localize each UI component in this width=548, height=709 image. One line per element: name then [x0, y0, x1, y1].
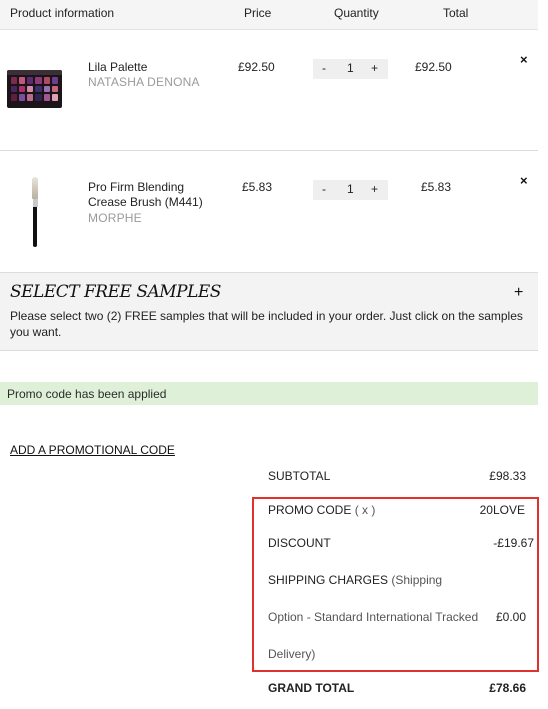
promo-applied-message: Promo code has been applied: [7, 387, 167, 401]
quantity-increase-button[interactable]: +: [371, 182, 378, 196]
eyeshadow-palette-image[interactable]: [7, 70, 62, 108]
quantity-value[interactable]: 1: [347, 182, 354, 196]
palette-lid: [7, 70, 62, 75]
shipping-option-detail: Delivery): [268, 647, 316, 661]
header-quantity: Quantity: [334, 6, 379, 20]
cart-item-row: Lila Palette NATASHA DENONA £92.50 - 1 +…: [0, 30, 538, 151]
product-brand: NATASHA DENONA: [88, 75, 200, 89]
product-name[interactable]: Pro Firm Blending Crease Brush (M441): [88, 180, 218, 210]
shipping-option-detail: (Shipping: [391, 573, 443, 587]
shipping-charges-row: SHIPPING CHARGES (Shipping: [268, 573, 442, 587]
quantity-value[interactable]: 1: [347, 61, 354, 75]
brush-bristles: [32, 177, 38, 199]
promo-code-row: PROMO CODE ( x ): [268, 503, 375, 517]
shipping-charges-label: SHIPPING CHARGES: [268, 573, 389, 587]
header-price: Price: [244, 6, 272, 20]
quantity-decrease-button[interactable]: -: [322, 182, 326, 196]
quantity-stepper: - 1 +: [313, 59, 388, 79]
discount-value: -£19.67: [493, 536, 534, 550]
product-total: £5.83: [421, 180, 452, 194]
subtotal-label: SUBTOTAL: [268, 469, 331, 483]
brush-handle: [33, 207, 37, 247]
header-total: Total: [443, 6, 469, 20]
remove-item-close-icon[interactable]: ×: [520, 173, 528, 188]
subtotal-value: £98.33: [489, 469, 526, 483]
expand-plus-icon[interactable]: +: [514, 284, 523, 302]
quantity-decrease-button[interactable]: -: [322, 61, 326, 75]
palette-pans: [11, 77, 58, 101]
product-brand: MORPHE: [88, 211, 142, 225]
product-price: £5.83: [242, 180, 273, 194]
shipping-option-detail: Option - Standard International Tracked: [268, 610, 479, 624]
quantity-increase-button[interactable]: +: [371, 61, 378, 75]
grand-total-value: £78.66: [489, 681, 526, 695]
discount-label: DISCOUNT: [268, 536, 331, 550]
product-total: £92.50: [415, 60, 452, 74]
header-product-information: Product information: [10, 6, 115, 20]
free-samples-description: Please select two (2) FREE samples that …: [10, 309, 523, 339]
quantity-stepper: - 1 +: [313, 180, 388, 200]
product-name[interactable]: Lila Palette: [88, 60, 218, 75]
free-samples-section[interactable]: SELECT FREE SAMPLES + Please select two …: [0, 273, 538, 351]
product-price: £92.50: [238, 60, 275, 74]
makeup-brush-image[interactable]: [32, 177, 38, 247]
brush-ferrule: [32, 199, 38, 207]
free-samples-title: SELECT FREE SAMPLES: [10, 282, 221, 302]
promo-applied-alert: Promo code has been applied: [0, 382, 538, 405]
promo-code-label: PROMO CODE: [268, 503, 352, 517]
grand-total-label: GRAND TOTAL: [268, 681, 355, 695]
cart-table-header: Product information Price Quantity Total: [0, 0, 538, 30]
cart-item-row: Pro Firm Blending Crease Brush (M441) MO…: [0, 151, 538, 273]
remove-promo-code-button[interactable]: ( x ): [355, 503, 376, 517]
add-promotional-code-link[interactable]: ADD A PROMOTIONAL CODE: [10, 443, 175, 457]
promo-code-value: 20LOVE: [479, 503, 525, 517]
remove-item-close-icon[interactable]: ×: [520, 52, 528, 67]
shipping-charges-value: £0.00: [495, 610, 526, 624]
